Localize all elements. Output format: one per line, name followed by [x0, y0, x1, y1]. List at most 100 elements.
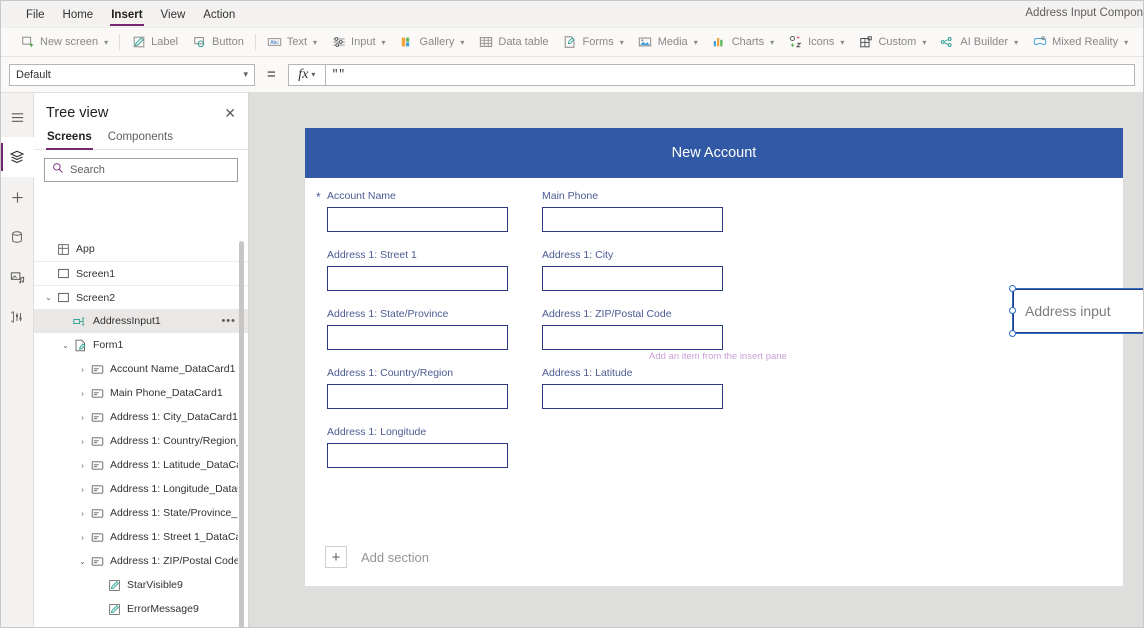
ribbon-icons[interactable]: Icons ▾ — [781, 33, 851, 52]
chevron-down-icon: ▾ — [381, 37, 386, 47]
tree-item-address-1-country-region-datacard1[interactable]: › Address 1: Country/Region_DataCard1 — [34, 429, 248, 453]
chevron-right-icon[interactable]: › — [76, 485, 89, 494]
hamburger-menu-icon[interactable] — [1, 97, 34, 137]
chevron-right-icon[interactable]: › — [76, 509, 89, 518]
chevron-down-icon: ▾ — [693, 37, 698, 47]
formula-input[interactable]: "" — [325, 63, 1135, 86]
menu-item-view[interactable]: View — [152, 5, 195, 24]
chevron-right-icon[interactable]: › — [76, 437, 89, 446]
menu-item-file[interactable]: File — [17, 5, 54, 24]
ribbon-divider-2 — [254, 33, 256, 51]
insert-ribbon: New screen ▾ Label Button Abc Text ▾ Inp… — [1, 28, 1143, 57]
chevron-right-icon[interactable]: › — [76, 389, 89, 398]
tab-screens[interactable]: Screens — [46, 129, 93, 150]
field-input[interactable] — [327, 384, 508, 409]
ribbon-label[interactable]: Label — [124, 33, 185, 52]
ribbon-gallery[interactable]: Gallery ▾ — [393, 33, 472, 52]
left-icon-rail — [1, 93, 34, 627]
chevron-down-icon: ▾ — [243, 69, 248, 79]
tree-item-address-1-latitude-datacard1[interactable]: › Address 1: Latitude_DataCard1 — [34, 453, 248, 477]
control-icon — [106, 627, 122, 628]
tree-item-main-phone-datacard1[interactable]: › Main Phone_DataCard1 — [34, 381, 248, 405]
tree-item-screen1[interactable]: Screen1 — [34, 261, 248, 285]
tree-item-addressinput1[interactable]: AddressInput1 ••• — [34, 309, 248, 333]
menu-item-insert[interactable]: Insert — [102, 5, 151, 26]
ribbon-forms[interactable]: Forms ▾ — [556, 33, 631, 52]
ribbon-charts[interactable]: Charts ▾ — [705, 33, 781, 52]
tree-item-list[interactable]: App Screen1 ⌄ Screen2 AddressInput1 ••• ⌄ Form1… — [34, 237, 248, 627]
add-section-button[interactable]: + Add section — [325, 546, 429, 568]
field-label: Address 1: Country/Region — [327, 367, 454, 379]
tree-item-address-1-street-1-datacard1[interactable]: › Address 1: Street 1_DataCard1 — [34, 525, 248, 549]
tree-search-wrapper: Search — [34, 150, 248, 188]
ribbon-text[interactable]: Abc Text ▾ — [260, 33, 324, 52]
ribbon-data-table[interactable]: Data table — [471, 33, 555, 52]
fx-button[interactable]: fx ▾ — [287, 63, 326, 86]
tree-item-address-1-city-datacard1[interactable]: › Address 1: City_DataCard1 — [34, 405, 248, 429]
field-input[interactable] — [327, 266, 508, 291]
ribbon-custom[interactable]: Custom ▾ — [851, 33, 933, 52]
address-input-control[interactable]: Address input — [1009, 285, 1143, 337]
ribbon-mixed-reality[interactable]: Mixed Reality ▾ — [1025, 33, 1135, 52]
tree-item-errormessage9[interactable]: ErrorMessage9 — [34, 597, 248, 621]
tree-view-panel: Tree view ✕ Screens Components Search Ap… — [34, 93, 249, 627]
mixed-reality-icon — [1032, 35, 1047, 50]
tree-item-app[interactable]: App — [34, 237, 248, 261]
close-icon[interactable]: ✕ — [224, 106, 236, 120]
tree-view-icon[interactable] — [1, 137, 34, 177]
field-input[interactable] — [327, 207, 508, 232]
tree-item-address-1-zip-postal-code-datacard1[interactable]: ⌄ Address 1: ZIP/Postal Code_DataCard1 — [34, 549, 248, 573]
ribbon-button-label: Button — [212, 36, 244, 48]
chevron-down-icon[interactable]: ⌄ — [42, 293, 55, 302]
tree-scrollbar[interactable] — [239, 241, 244, 627]
tree-item-label: Screen1 — [76, 267, 116, 280]
datacard-icon — [89, 555, 105, 568]
chevron-right-icon[interactable]: › — [76, 461, 89, 470]
ribbon-button[interactable]: Button — [185, 33, 251, 52]
resize-handle-sw[interactable] — [1009, 330, 1016, 337]
ribbon-ai-builder[interactable]: AI Builder ▾ — [933, 33, 1025, 52]
field-input[interactable] — [542, 384, 723, 409]
variables-icon[interactable] — [1, 297, 34, 337]
tree-item-starvisible9[interactable]: StarVisible9 — [34, 573, 248, 597]
property-dropdown[interactable]: Default ▾ — [9, 63, 255, 86]
tree-item-address-1-state-province-datacard1[interactable]: › Address 1: State/Province_DataCard1 — [34, 501, 248, 525]
data-icon[interactable] — [1, 217, 34, 257]
chevron-down-icon[interactable]: ⌄ — [59, 341, 72, 350]
field-input[interactable] — [542, 266, 723, 291]
form-title: New Account — [671, 145, 757, 161]
field-input[interactable] — [542, 207, 723, 232]
insert-icon[interactable] — [1, 177, 34, 217]
form-field: Address 1: City — [542, 249, 723, 291]
ribbon-media[interactable]: Media ▾ — [631, 33, 705, 52]
tree-item-screen2[interactable]: ⌄ Screen2 — [34, 285, 248, 309]
formula-bar: Default ▾ = fx ▾ "" — [1, 57, 1143, 93]
more-options-icon[interactable]: ••• — [221, 315, 236, 327]
chevron-right-icon[interactable]: › — [76, 365, 89, 374]
resize-handle-nw[interactable] — [1009, 285, 1016, 292]
chevron-right-icon[interactable]: › — [76, 533, 89, 542]
tree-item-form1[interactable]: ⌄ Form1 — [34, 333, 248, 357]
label-icon — [131, 35, 146, 50]
tree-item-datacardvalue9[interactable]: DataCardValue9 — [34, 621, 248, 627]
tab-components[interactable]: Components — [107, 129, 174, 149]
ribbon-input[interactable]: Input ▾ — [324, 33, 392, 52]
search-input[interactable]: Search — [44, 158, 238, 182]
menu-item-home[interactable]: Home — [54, 5, 103, 24]
tree-item-address-1-longitude-datacard1[interactable]: › Address 1: Longitude_DataCard1 — [34, 477, 248, 501]
address-input-box[interactable]: Address input — [1013, 289, 1143, 333]
label-control-icon — [106, 579, 122, 592]
tree-item-label: Main Phone_DataCard1 — [110, 387, 223, 399]
ribbon-new-screen[interactable]: New screen ▾ — [13, 33, 115, 52]
chevron-right-icon[interactable]: › — [76, 413, 89, 422]
field-input[interactable] — [542, 325, 723, 350]
chevron-down-icon[interactable]: ⌄ — [76, 557, 89, 566]
media-library-icon[interactable] — [1, 257, 34, 297]
screen-icon — [55, 291, 71, 304]
resize-handle-w[interactable] — [1009, 307, 1016, 314]
menu-item-action[interactable]: Action — [194, 5, 244, 24]
field-input[interactable] — [327, 325, 508, 350]
screen-icon — [55, 267, 71, 280]
field-input[interactable] — [327, 443, 508, 468]
tree-item-account-name-datacard1[interactable]: › Account Name_DataCard1 — [34, 357, 248, 381]
